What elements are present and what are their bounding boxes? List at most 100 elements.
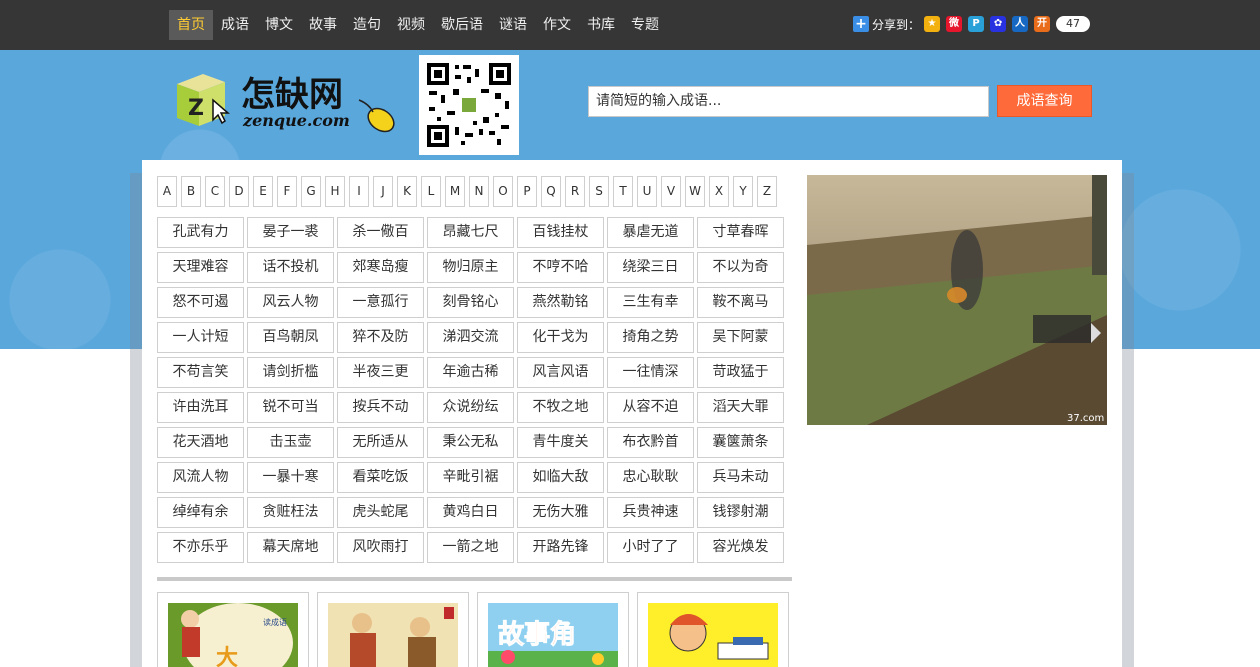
idiom-link[interactable]: 风吹雨打: [337, 532, 424, 563]
qzone-icon[interactable]: ★: [924, 16, 941, 32]
baidu-icon[interactable]: ✿: [990, 16, 1007, 32]
letter-c[interactable]: C: [205, 176, 225, 207]
idiom-link[interactable]: 风流人物: [157, 462, 244, 493]
idiom-link[interactable]: 涕泗交流: [427, 322, 514, 353]
idiom-link[interactable]: 三生有幸: [607, 287, 694, 318]
nav-item[interactable]: 故事: [301, 10, 345, 40]
letter-r[interactable]: R: [565, 176, 585, 207]
idiom-link[interactable]: 怒不可遏: [157, 287, 244, 318]
idiom-link[interactable]: 半夜三更: [337, 357, 424, 388]
nav-item[interactable]: 书库: [579, 10, 623, 40]
idiom-link[interactable]: 化干戈为: [517, 322, 604, 353]
idiom-link[interactable]: 百钱挂杖: [517, 217, 604, 248]
idiom-link[interactable]: 锐不可当: [247, 392, 334, 423]
idiom-link[interactable]: 不以为奇: [697, 252, 784, 283]
idiom-link[interactable]: 猝不及防: [337, 322, 424, 353]
kaixin-icon[interactable]: 开: [1034, 16, 1051, 32]
idiom-link[interactable]: 滔天大罪: [697, 392, 784, 423]
idiom-link[interactable]: 无所适从: [337, 427, 424, 458]
idiom-link[interactable]: 一暴十寒: [247, 462, 334, 493]
letter-z[interactable]: Z: [757, 176, 777, 207]
idiom-link[interactable]: 按兵不动: [337, 392, 424, 423]
idiom-link[interactable]: 孔武有力: [157, 217, 244, 248]
letter-w[interactable]: W: [685, 176, 705, 207]
idiom-link[interactable]: 一意孤行: [337, 287, 424, 318]
idiom-link[interactable]: 百鸟朝凤: [247, 322, 334, 353]
letter-a[interactable]: A: [157, 176, 177, 207]
idiom-link[interactable]: 开路先锋: [517, 532, 604, 563]
idiom-link[interactable]: 不苟言笑: [157, 357, 244, 388]
nav-item[interactable]: 博文: [257, 10, 301, 40]
letter-q[interactable]: Q: [541, 176, 561, 207]
idiom-link[interactable]: 话不投机: [247, 252, 334, 283]
idiom-link[interactable]: 花天酒地: [157, 427, 244, 458]
idiom-link[interactable]: 黄鸡白日: [427, 497, 514, 528]
letter-l[interactable]: L: [421, 176, 441, 207]
idiom-link[interactable]: 布衣黔首: [607, 427, 694, 458]
idiom-link[interactable]: 物归原主: [427, 252, 514, 283]
nav-item[interactable]: 视频: [389, 10, 433, 40]
idiom-link[interactable]: 兵马未动: [697, 462, 784, 493]
letter-g[interactable]: G: [301, 176, 321, 207]
letter-s[interactable]: S: [589, 176, 609, 207]
idiom-link[interactable]: 容光焕发: [697, 532, 784, 563]
idiom-link[interactable]: 天理难容: [157, 252, 244, 283]
idiom-link[interactable]: 众说纷纭: [427, 392, 514, 423]
idiom-link[interactable]: 青牛度关: [517, 427, 604, 458]
letter-p[interactable]: P: [517, 176, 537, 207]
site-logo[interactable]: Z 怎缺网 zenque.com: [173, 70, 399, 140]
nav-item[interactable]: 作文: [535, 10, 579, 40]
idiom-link[interactable]: 掎角之势: [607, 322, 694, 353]
idiom-link[interactable]: 晏子一裘: [247, 217, 334, 248]
search-input[interactable]: 请简短的输入成语...: [588, 86, 989, 117]
letter-h[interactable]: H: [325, 176, 345, 207]
idiom-link[interactable]: 昂藏七尺: [427, 217, 514, 248]
idiom-link[interactable]: 杀一儆百: [337, 217, 424, 248]
idiom-link[interactable]: 看菜吃饭: [337, 462, 424, 493]
story-card[interactable]: 读成语 大: [157, 592, 309, 667]
story-card[interactable]: [317, 592, 469, 667]
letter-u[interactable]: U: [637, 176, 657, 207]
idiom-link[interactable]: 不牧之地: [517, 392, 604, 423]
nav-item[interactable]: 成语: [213, 10, 257, 40]
idiom-link[interactable]: 刻骨铭心: [427, 287, 514, 318]
idiom-link[interactable]: 风言风语: [517, 357, 604, 388]
letter-x[interactable]: X: [709, 176, 729, 207]
idiom-link[interactable]: 不哼不哈: [517, 252, 604, 283]
idiom-link[interactable]: 一人计短: [157, 322, 244, 353]
idiom-link[interactable]: 绰绰有余: [157, 497, 244, 528]
nav-item[interactable]: 造句: [345, 10, 389, 40]
nav-item[interactable]: 专题: [623, 10, 667, 40]
idiom-link[interactable]: 不亦乐乎: [157, 532, 244, 563]
idiom-link[interactable]: 贪赃枉法: [247, 497, 334, 528]
idiom-link[interactable]: 虎头蛇尾: [337, 497, 424, 528]
idiom-link[interactable]: 兵贵神速: [607, 497, 694, 528]
idiom-link[interactable]: 吴下阿蒙: [697, 322, 784, 353]
idiom-link[interactable]: 击玉壶: [247, 427, 334, 458]
story-card[interactable]: [637, 592, 789, 667]
idiom-link[interactable]: 年逾古稀: [427, 357, 514, 388]
idiom-link[interactable]: 一箭之地: [427, 532, 514, 563]
idiom-link[interactable]: 如临大敌: [517, 462, 604, 493]
idiom-link[interactable]: 小时了了: [607, 532, 694, 563]
letter-n[interactable]: N: [469, 176, 489, 207]
letter-y[interactable]: Y: [733, 176, 753, 207]
letter-b[interactable]: B: [181, 176, 201, 207]
letter-m[interactable]: M: [445, 176, 465, 207]
story-card[interactable]: 故事角: [477, 592, 629, 667]
idiom-link[interactable]: 一往情深: [607, 357, 694, 388]
idiom-link[interactable]: 风云人物: [247, 287, 334, 318]
idiom-link[interactable]: 鞍不离马: [697, 287, 784, 318]
idiom-link[interactable]: 钱镠射潮: [697, 497, 784, 528]
idiom-link[interactable]: 燕然勒铭: [517, 287, 604, 318]
letter-k[interactable]: K: [397, 176, 417, 207]
letter-o[interactable]: O: [493, 176, 513, 207]
nav-item[interactable]: 首页: [169, 10, 213, 40]
idiom-link[interactable]: 从容不迫: [607, 392, 694, 423]
idiom-link[interactable]: 郊寒岛瘦: [337, 252, 424, 283]
video-player[interactable]: 37.com: [807, 175, 1107, 425]
letter-v[interactable]: V: [661, 176, 681, 207]
letter-e[interactable]: E: [253, 176, 273, 207]
idiom-link[interactable]: 忠心耿耿: [607, 462, 694, 493]
idiom-link[interactable]: 寸草春晖: [697, 217, 784, 248]
